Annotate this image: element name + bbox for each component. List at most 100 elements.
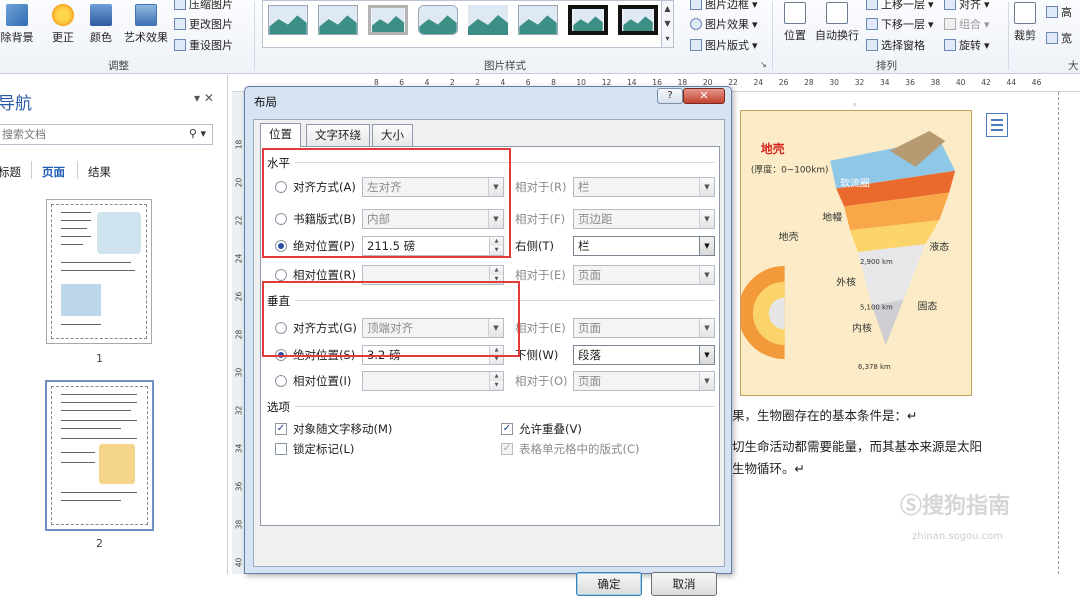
- thumb-image: [97, 212, 141, 254]
- lock-anchor-checkbox[interactable]: [275, 443, 287, 455]
- change-picture-button[interactable]: 更改图片: [174, 16, 233, 32]
- spin-up-icon[interactable]: ▲: [490, 266, 503, 275]
- color-button[interactable]: 颜色: [86, 4, 116, 45]
- tab-size[interactable]: 大小: [372, 124, 413, 146]
- rotate-button[interactable]: 旋转 ▾: [944, 37, 990, 53]
- rotate-icon: [944, 39, 956, 51]
- width-field[interactable]: 宽: [1046, 30, 1072, 46]
- cancel-button[interactable]: 取消: [651, 572, 717, 596]
- dialog-launcher-icon[interactable]: ↘: [760, 60, 767, 69]
- chevron-down-icon: ▼: [699, 372, 714, 390]
- ruler-tick-label: 40: [955, 78, 966, 87]
- corrections-button[interactable]: 更正: [48, 4, 78, 45]
- send-backward-button[interactable]: 下移一层 ▾: [866, 16, 934, 32]
- remove-background-button[interactable]: 除背景: [0, 4, 36, 45]
- search-input[interactable]: [0, 125, 180, 144]
- move-with-text-label: 对象随文字移动(M): [293, 422, 393, 436]
- tab-headings[interactable]: 标题: [0, 164, 21, 180]
- spin-down-icon[interactable]: ▼: [490, 381, 503, 390]
- earth-structure-image[interactable]: 地壳 (厚度：0~100km) 软流圈 地幔 地壳 2,900 km 外核 液态…: [737, 110, 972, 396]
- reset-picture-icon: [174, 39, 186, 51]
- v-absolute-rel-select[interactable]: 段落 ▼: [573, 345, 715, 365]
- style-thumb[interactable]: [418, 5, 458, 35]
- chevron-down-icon: ▼: [699, 319, 714, 337]
- bring-forward-button[interactable]: 上移一层 ▾: [866, 0, 934, 12]
- sun-icon: [52, 4, 74, 26]
- style-thumb[interactable]: [468, 5, 508, 35]
- close-button[interactable]: ✕: [683, 88, 725, 104]
- allow-overlap-checkbox[interactable]: ✓: [501, 423, 513, 435]
- ruler-tick-label: 28: [804, 78, 814, 87]
- spin-up-icon[interactable]: ▲: [490, 372, 503, 381]
- position-button[interactable]: 位置: [780, 2, 810, 43]
- page-number: 1: [96, 352, 103, 365]
- h-book-layout-rel-select[interactable]: 页边距 ▼: [573, 209, 715, 229]
- style-thumb[interactable]: [518, 5, 558, 35]
- compress-pictures-button[interactable]: 压缩图片: [174, 0, 233, 12]
- v-relative-rel-select[interactable]: 页面 ▼: [573, 371, 715, 391]
- height-field[interactable]: 高: [1046, 4, 1072, 20]
- picture-styles-gallery[interactable]: ▲ ▼ ▾: [262, 0, 674, 48]
- tab-pages[interactable]: 页面: [42, 164, 65, 180]
- page-number: 2: [96, 537, 103, 550]
- doc-text-line: 生物循环。↵: [732, 461, 805, 476]
- group-separator: [254, 2, 255, 70]
- tab-position[interactable]: 位置: [260, 123, 301, 147]
- style-thumb[interactable]: [368, 5, 408, 35]
- v-relative-radio[interactable]: [275, 375, 287, 387]
- dialog-title: 布局: [254, 95, 277, 109]
- picture-effects-button[interactable]: 图片效果 ▾: [690, 16, 758, 32]
- tab-text-wrapping[interactable]: 文字环绕: [306, 124, 370, 146]
- v-relative-spinner[interactable]: ▲ ▼: [362, 371, 504, 391]
- picture-border-button[interactable]: 图片边框 ▾: [690, 0, 758, 12]
- style-thumb[interactable]: [318, 5, 358, 35]
- nav-search-box[interactable]: ⚲ ▾: [0, 124, 213, 145]
- artistic-effects-button[interactable]: 艺术效果: [122, 4, 170, 45]
- ruler-tick-label: 34: [880, 78, 890, 87]
- ruler-tick-label: 28: [234, 329, 244, 340]
- table-cell-layout-checkbox[interactable]: ✓: [501, 443, 513, 455]
- ok-button[interactable]: 确定: [576, 572, 642, 596]
- tab-results[interactable]: 结果: [88, 164, 111, 180]
- thumb-image: [61, 284, 101, 316]
- nav-pane-controls[interactable]: ▾ ✕: [194, 91, 214, 105]
- page-thumbnail-2[interactable]: [45, 380, 154, 531]
- svg-text:液态: 液态: [929, 240, 949, 253]
- selection-pane-button[interactable]: 选择窗格: [866, 37, 925, 53]
- group-button[interactable]: 组合 ▾: [944, 16, 990, 32]
- v-alignment-rel-select[interactable]: 页面 ▼: [573, 318, 715, 338]
- h-relative-rel-select[interactable]: 页面 ▼: [573, 265, 715, 285]
- move-with-text-checkbox[interactable]: ✓: [275, 423, 287, 435]
- help-button[interactable]: ?: [657, 88, 683, 104]
- layout-dialog: 布局 ? ✕ 位置 文字环绕 大小 水平 对齐方式(A) 左对齐 ▼ 相对于(R)…: [244, 86, 732, 596]
- h-alignment-rel-select[interactable]: 栏 ▼: [573, 177, 715, 197]
- ruler-tick-label: 30: [829, 78, 839, 87]
- ruler-tick-label: 20: [234, 177, 244, 188]
- crop-button[interactable]: 裁剪: [1012, 2, 1038, 43]
- layout-options-icon[interactable]: [986, 113, 1008, 137]
- reset-picture-button[interactable]: 重设图片: [174, 37, 233, 53]
- style-thumb[interactable]: [618, 5, 658, 35]
- align-button[interactable]: 对齐 ▾: [944, 0, 990, 12]
- picture-layout-button[interactable]: 图片版式 ▾: [690, 37, 758, 53]
- navigation-pane: 导航 ▾ ✕ ⚲ ▾ 标题 页面 结果 1 2: [0, 75, 228, 574]
- doc-text-line: 切生命活动都需要能量，而其基本来源是太阳: [732, 439, 983, 454]
- artistic-effects-icon: [135, 4, 157, 26]
- position-icon: [784, 2, 806, 24]
- search-icon[interactable]: ⚲ ▾: [189, 127, 206, 140]
- options-section-title: 选项: [267, 400, 290, 414]
- h-absolute-rel-select[interactable]: 栏 ▼: [573, 236, 715, 256]
- style-thumb[interactable]: [268, 5, 308, 35]
- style-thumb[interactable]: [568, 5, 608, 35]
- gallery-scroll[interactable]: ▲ ▼ ▾: [661, 1, 673, 47]
- rotate-handle-icon[interactable]: ◦: [852, 101, 857, 111]
- adjust-group-label: 调整: [108, 60, 129, 72]
- page-thumbnail-1[interactable]: [46, 199, 152, 344]
- ruler-tick-label: 34: [234, 443, 244, 454]
- highlight-box-horizontal: [262, 148, 511, 258]
- h-alignment-rel-label: 相对于(R): [515, 180, 567, 194]
- send-backward-icon: [866, 18, 878, 30]
- h-relative-radio[interactable]: [275, 269, 287, 281]
- selection-pane-icon: [866, 39, 878, 51]
- wrap-text-button[interactable]: 自动换行: [812, 2, 862, 43]
